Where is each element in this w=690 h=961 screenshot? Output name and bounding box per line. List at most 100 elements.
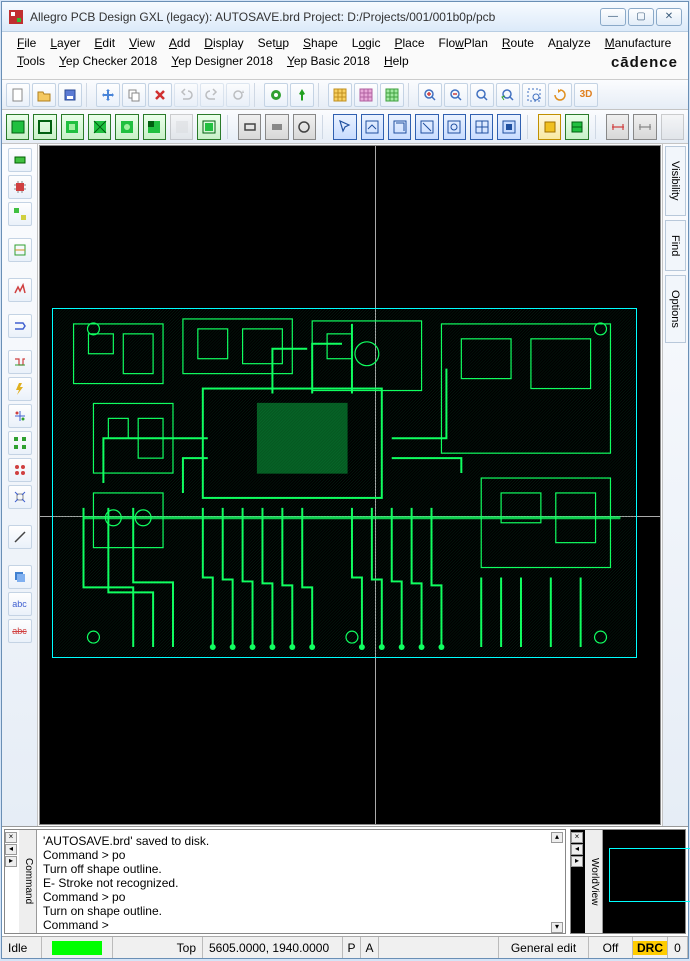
status-drc-cell[interactable]: DRC (633, 937, 668, 958)
shape5-button[interactable] (115, 114, 138, 140)
lt-net-button[interactable] (8, 202, 32, 226)
menu-place[interactable]: Place (387, 34, 431, 52)
menu-flowplan[interactable]: FlowPlan (432, 34, 495, 52)
polyline5-button[interactable] (470, 114, 493, 140)
minimize-button[interactable]: — (600, 8, 626, 26)
special1-button[interactable] (538, 114, 561, 140)
shape2-button[interactable] (33, 114, 56, 140)
dim-h-button[interactable] (606, 114, 629, 140)
delete-button[interactable] (148, 83, 172, 107)
worldview-tab[interactable]: WorldView (585, 830, 603, 933)
tab-visibility[interactable]: Visibility (665, 146, 686, 216)
menu-manufacture[interactable]: Manufacture (598, 34, 679, 52)
pin-button[interactable] (290, 83, 314, 107)
grid2-button[interactable] (354, 83, 378, 107)
save-button[interactable] (58, 83, 82, 107)
menu-add[interactable]: Add (162, 34, 197, 52)
menu-file[interactable]: File (10, 34, 43, 52)
special2-button[interactable] (565, 114, 588, 140)
zoom-fit-button[interactable] (470, 83, 494, 107)
lt-array-button[interactable] (8, 431, 32, 455)
maximize-button[interactable]: ▢ (628, 8, 654, 26)
lt-ic-button[interactable] (8, 175, 32, 199)
tab-options[interactable]: Options (665, 275, 686, 343)
lt-pwr-button[interactable] (8, 377, 32, 401)
menu-logic[interactable]: Logic (345, 34, 388, 52)
menu-edit[interactable]: Edit (87, 34, 122, 52)
zoom-out-button[interactable] (444, 83, 468, 107)
menu-view[interactable]: View (122, 34, 162, 52)
wv-right-button[interactable]: ▸ (571, 856, 583, 867)
lt-comp-button[interactable] (8, 148, 32, 172)
grid1-button[interactable] (328, 83, 352, 107)
lt-layer-button[interactable] (8, 565, 32, 589)
polyline4-button[interactable] (443, 114, 466, 140)
menu-yepbasic[interactable]: Yep Basic 2018 (280, 52, 377, 70)
command-log[interactable]: 'AUTOSAVE.brd' saved to disk. Command > … (37, 830, 551, 933)
open-button[interactable] (32, 83, 56, 107)
cmd-right-button[interactable]: ▸ (5, 856, 17, 867)
lt-trace-button[interactable] (8, 278, 32, 302)
polyline3-button[interactable] (415, 114, 438, 140)
wv-close-button[interactable]: × (571, 832, 583, 843)
cmd-close-button[interactable]: × (5, 832, 17, 843)
lt-text1-button[interactable]: abc (8, 592, 32, 616)
worldview-canvas[interactable] (603, 830, 685, 933)
lt-line-button[interactable] (8, 525, 32, 549)
menu-analyze[interactable]: Analyze (541, 34, 598, 52)
wv-left-button[interactable]: ◂ (571, 844, 583, 855)
rect-fill-button[interactable] (265, 114, 288, 140)
cmd-left-button[interactable]: ◂ (5, 844, 17, 855)
menu-route[interactable]: Route (495, 34, 541, 52)
rotate-button[interactable] (226, 83, 250, 107)
lt-align-button[interactable] (8, 404, 32, 428)
redo-button[interactable] (200, 83, 224, 107)
dim-v-button[interactable] (633, 114, 656, 140)
menu-layer[interactable]: Layer (43, 34, 87, 52)
zoom-sel-button[interactable] (522, 83, 546, 107)
zoom-prev-button[interactable] (496, 83, 520, 107)
move-button[interactable] (96, 83, 120, 107)
shape6-button[interactable] (143, 114, 166, 140)
status-layer[interactable]: Top (113, 937, 203, 958)
zoom-in-button[interactable] (418, 83, 442, 107)
menu-tools[interactable]: Tools (10, 52, 52, 70)
menu-setup[interactable]: Setup (251, 34, 296, 52)
polyline1-button[interactable] (361, 114, 384, 140)
circle-button[interactable] (293, 114, 316, 140)
lt-text2-button[interactable]: abc (8, 619, 32, 643)
lt-bus-button[interactable] (8, 314, 32, 338)
polyline6-button[interactable] (497, 114, 520, 140)
copy-button[interactable] (122, 83, 146, 107)
shape4-button[interactable] (88, 114, 111, 140)
3d-button[interactable]: 3D (574, 83, 598, 107)
menu-yepdesigner[interactable]: Yep Designer 2018 (164, 52, 280, 70)
lt-route-button[interactable] (8, 238, 32, 262)
menu-shape[interactable]: Shape (296, 34, 345, 52)
select-button[interactable] (333, 114, 356, 140)
menu-yepchecker[interactable]: Yep Checker 2018 (52, 52, 164, 70)
marker-button[interactable] (264, 83, 288, 107)
lt-diff-button[interactable] (8, 350, 32, 374)
menu-display[interactable]: Display (197, 34, 250, 52)
scroll-up-button[interactable]: ▴ (551, 832, 563, 843)
shape8-button[interactable] (197, 114, 220, 140)
new-button[interactable] (6, 83, 30, 107)
tab-find[interactable]: Find (665, 220, 686, 271)
status-p[interactable]: P (343, 937, 361, 958)
scroll-down-button[interactable]: ▾ (551, 922, 563, 933)
lt-pattern-button[interactable] (8, 458, 32, 482)
shape1-button[interactable] (6, 114, 29, 140)
close-button[interactable]: ✕ (656, 8, 682, 26)
undo-button[interactable] (174, 83, 198, 107)
shape3-button[interactable] (61, 114, 84, 140)
grid3-button[interactable] (380, 83, 404, 107)
polyline2-button[interactable] (388, 114, 411, 140)
menu-help[interactable]: Help (377, 52, 416, 70)
command-tab[interactable]: Command (19, 830, 37, 933)
refresh-button[interactable] (548, 83, 572, 107)
status-a[interactable]: A (361, 937, 379, 958)
lt-expand-button[interactable] (8, 485, 32, 509)
design-canvas[interactable] (39, 145, 661, 825)
rect-button[interactable] (238, 114, 261, 140)
